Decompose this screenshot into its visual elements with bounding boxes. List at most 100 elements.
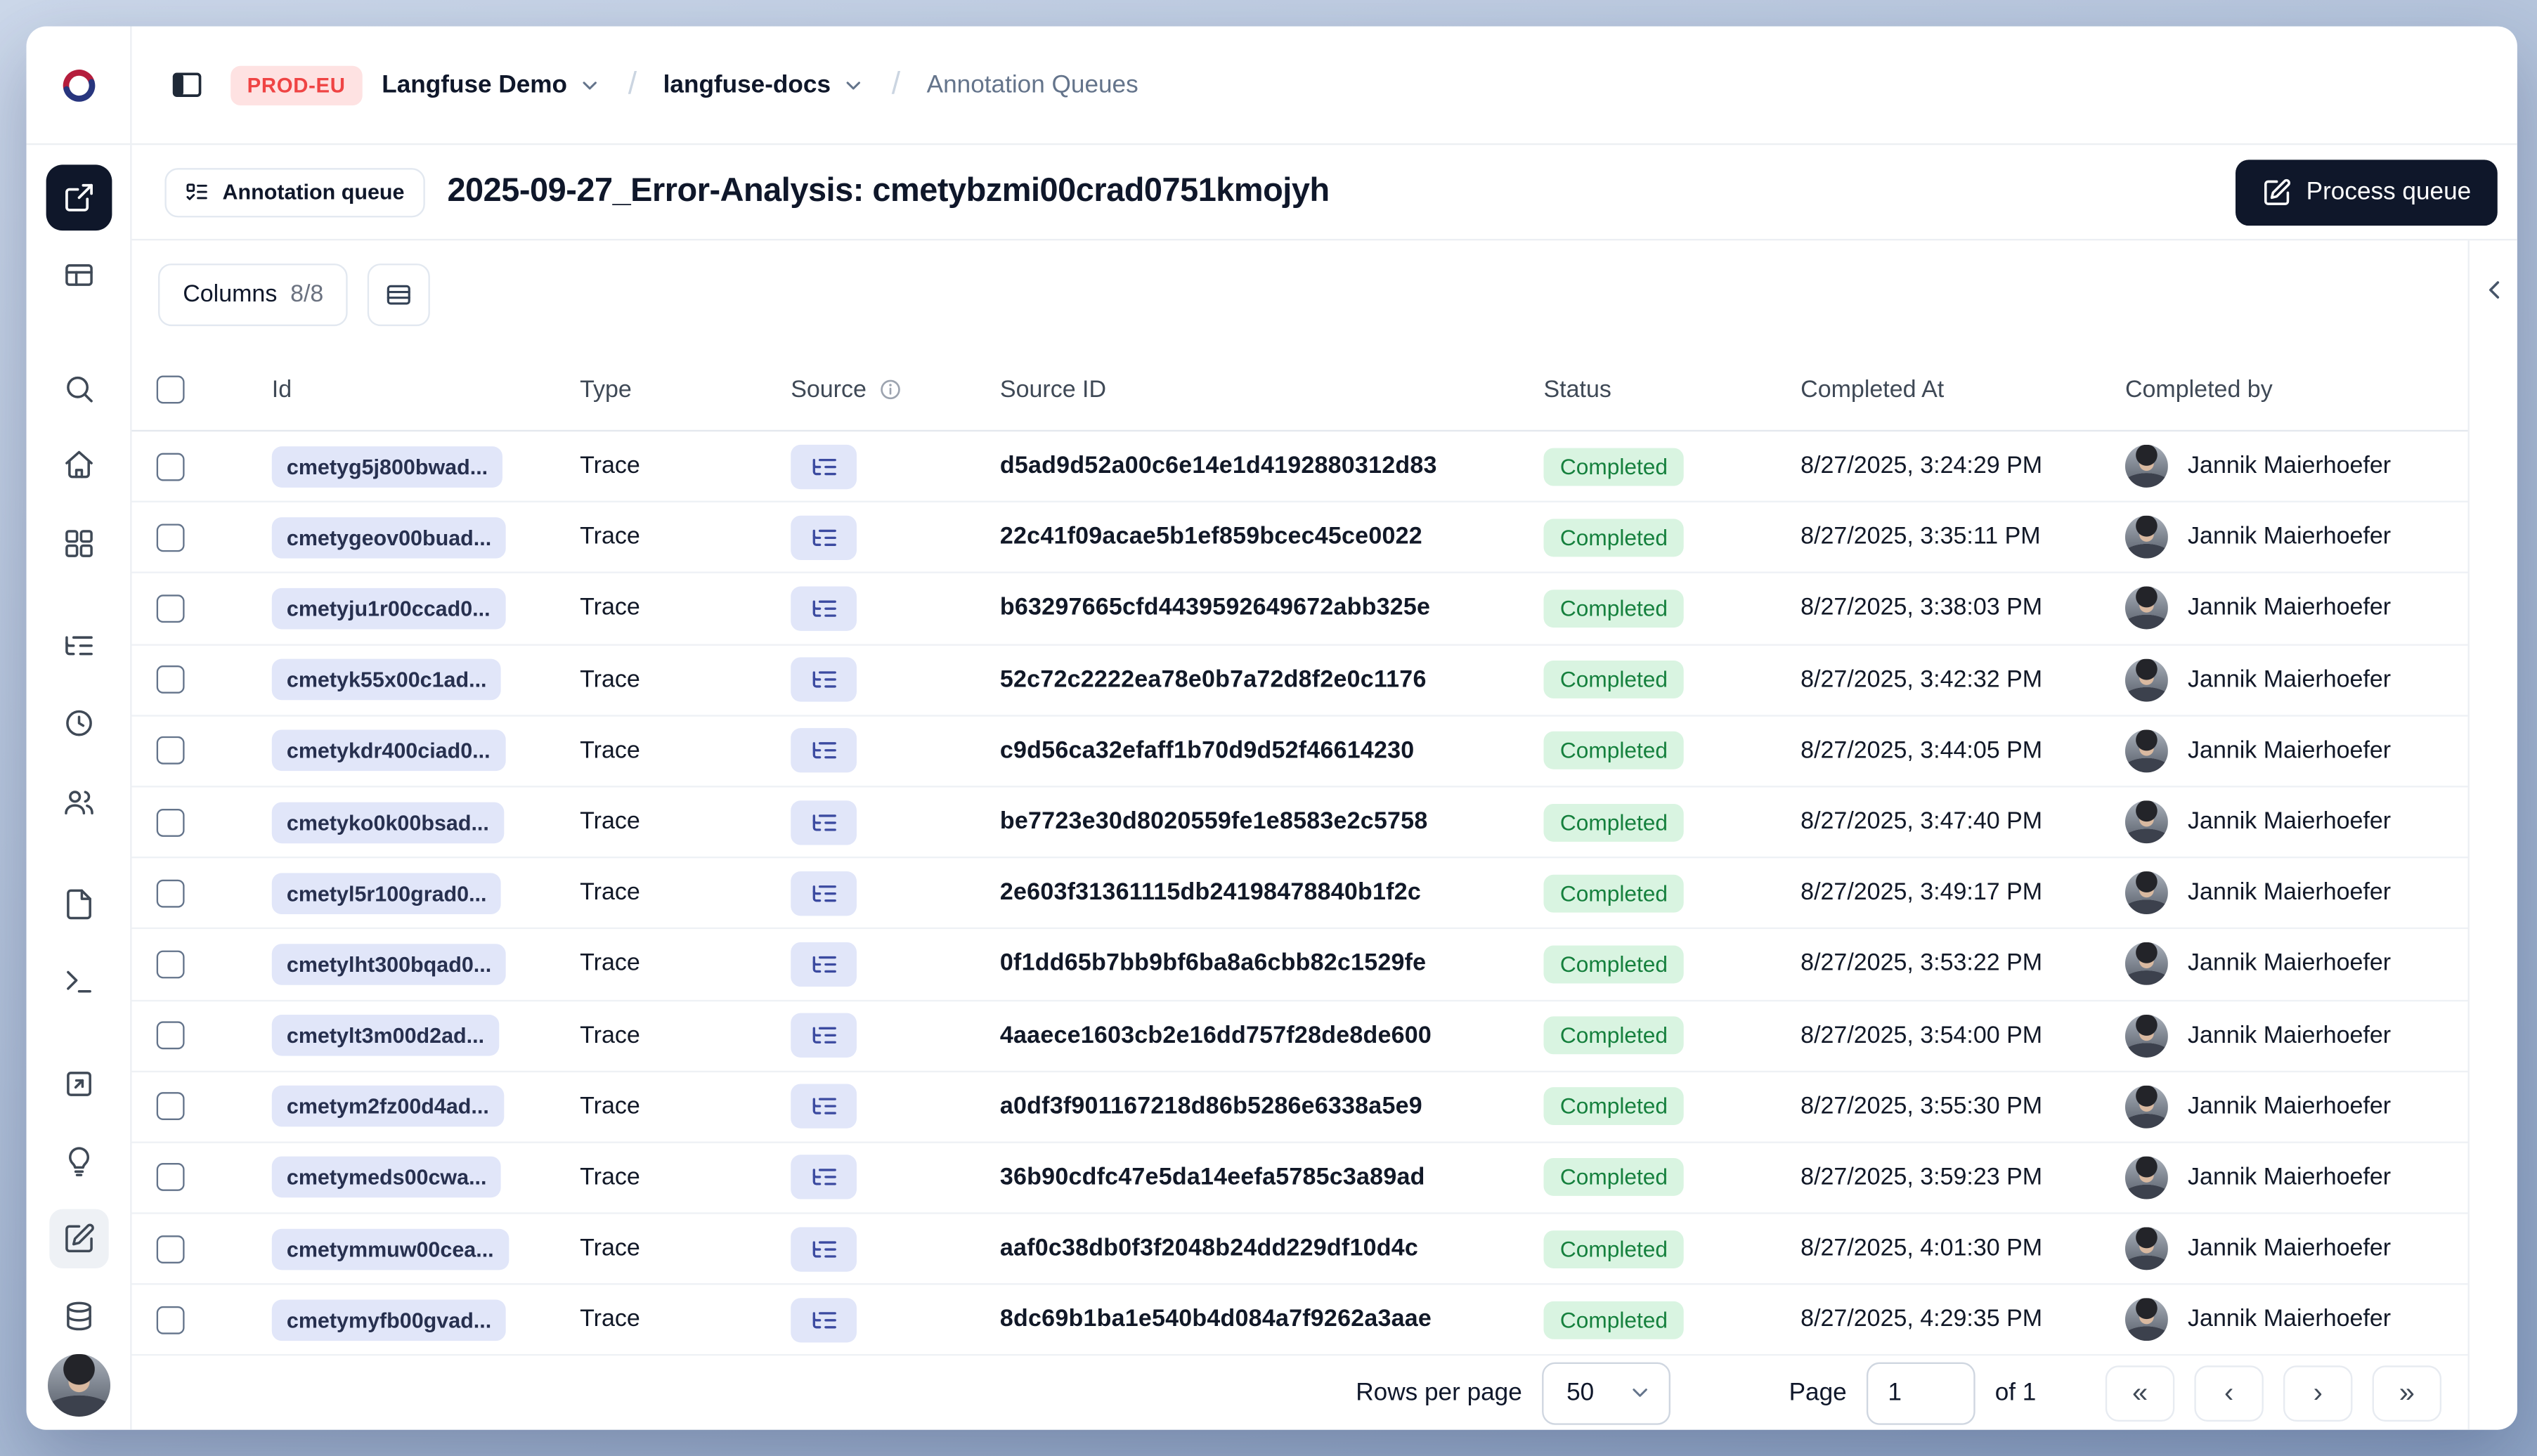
- row-id-link[interactable]: cmetylt3m00d2ad...: [271, 1015, 500, 1056]
- row-checkbox[interactable]: [156, 1092, 185, 1121]
- sidebar-item-datasets[interactable]: [48, 1287, 108, 1346]
- row-source-trace-button[interactable]: [791, 1155, 857, 1200]
- process-queue-button[interactable]: Process queue: [2235, 159, 2498, 225]
- select-all-checkbox[interactable]: [156, 375, 185, 404]
- row-status-badge: Completed: [1543, 945, 1685, 984]
- table-row[interactable]: cmetygeov00buad... Trace 22c41f09acae5b1…: [131, 502, 2468, 574]
- row-checkbox[interactable]: [156, 1235, 185, 1263]
- queue-chip-label: Annotation queue: [222, 179, 405, 204]
- row-id-link[interactable]: cmetymyfb00gvad...: [271, 1299, 507, 1341]
- square-arrow-icon: [65, 1072, 91, 1096]
- row-id-link[interactable]: cmetyko0k00bsad...: [271, 801, 504, 843]
- row-completed-by: Jannik Maierhoefer: [2188, 1093, 2392, 1120]
- sidebar-item-table-view[interactable]: [48, 245, 108, 304]
- row-source-trace-button[interactable]: [791, 1297, 857, 1343]
- row-completed-at: 8/27/2025, 3:53:22 PM: [1800, 951, 2043, 978]
- row-height-button[interactable]: [368, 264, 431, 327]
- table-row[interactable]: cmetyju1r00ccad0... Trace b63297665cfd44…: [131, 574, 2468, 645]
- table-row[interactable]: cmetyk55x00c1ad... Trace 52c72c2222ea78e…: [131, 645, 2468, 717]
- sidebar-item-scores[interactable]: [48, 875, 108, 934]
- first-page-icon: «: [2132, 1377, 2148, 1409]
- row-source-trace-button[interactable]: [791, 515, 857, 560]
- user-avatar[interactable]: [46, 1353, 110, 1417]
- breadcrumb-separator: /: [891, 66, 901, 102]
- row-checkbox[interactable]: [156, 594, 185, 623]
- table-row[interactable]: cmetymmuw00cea... Trace aaf0c38db0f3f204…: [131, 1214, 2468, 1286]
- sidebar-item-home[interactable]: [48, 435, 108, 494]
- row-source-trace-button[interactable]: [791, 942, 857, 987]
- table-row[interactable]: cmetylt3m00d2ad... Trace 4aaece1603cb2e1…: [131, 1001, 2468, 1072]
- sidebar-item-traces[interactable]: [48, 616, 108, 675]
- next-page-button[interactable]: ›: [2283, 1365, 2353, 1422]
- table-row[interactable]: cmetym2fz00d4ad... Trace a0df3f901167218…: [131, 1072, 2468, 1143]
- sidebar-item-prompts[interactable]: [48, 1131, 108, 1190]
- table-row[interactable]: cmetyg5j800bwad... Trace d5ad9d52a00c6e1…: [131, 431, 2468, 503]
- row-checkbox[interactable]: [156, 736, 185, 765]
- sidebar-item-dashboards[interactable]: [48, 514, 108, 573]
- sidebar-item-terminal[interactable]: [48, 952, 108, 1011]
- row-checkbox[interactable]: [156, 1021, 185, 1050]
- trace-tree-icon: [812, 600, 836, 617]
- row-checkbox[interactable]: [156, 950, 185, 979]
- row-user-avatar: [2124, 516, 2168, 559]
- row-source-trace-button[interactable]: [791, 800, 857, 845]
- row-id-link[interactable]: cmetym2fz00d4ad...: [271, 1086, 504, 1128]
- row-id-link[interactable]: cmetykdr400ciad0...: [271, 730, 505, 772]
- table-row[interactable]: cmetylht300bqad0... Trace 0f1dd65b7bb9bf…: [131, 930, 2468, 1001]
- last-page-button[interactable]: »: [2372, 1365, 2442, 1422]
- table-row[interactable]: cmetymyfb00gvad... Trace 8dc69b1ba1e540b…: [131, 1285, 2468, 1357]
- table-row[interactable]: cmetykdr400ciad0... Trace c9d56ca32efaff…: [131, 716, 2468, 788]
- info-icon[interactable]: [878, 377, 902, 402]
- row-id-link[interactable]: cmetylht300bqad0...: [271, 943, 507, 985]
- table-row[interactable]: cmetymeds00cwa... Trace 36b90cdfc47e5da1…: [131, 1143, 2468, 1214]
- row-checkbox[interactable]: [156, 807, 185, 836]
- desktop-background: PROD-EU Langfuse Demo / langfuse-docs / …: [0, 0, 2537, 1456]
- row-source-trace-button[interactable]: [791, 1013, 857, 1058]
- org-switcher[interactable]: Langfuse Demo: [382, 71, 602, 99]
- row-checkbox[interactable]: [156, 1164, 185, 1192]
- sidebar-item-users[interactable]: [48, 772, 108, 831]
- panel-left-icon: [171, 72, 201, 97]
- clock-icon: [65, 710, 91, 736]
- row-source-trace-button[interactable]: [791, 871, 857, 916]
- row-source-trace-button[interactable]: [791, 1226, 857, 1271]
- row-id-link[interactable]: cmetymmuw00cea...: [271, 1228, 509, 1270]
- table-row[interactable]: cmetyko0k00bsad... Trace be7723e30d80205…: [131, 787, 2468, 859]
- row-completed-at: 8/27/2025, 3:59:23 PM: [1800, 1164, 2043, 1191]
- row-user-avatar: [2124, 587, 2168, 630]
- page-input[interactable]: [1866, 1361, 1975, 1425]
- sidebar-toggle-button[interactable]: [162, 60, 211, 110]
- trace-tree-icon: [812, 1169, 836, 1186]
- row-id-link[interactable]: cmetyl5r100grad0...: [271, 872, 502, 914]
- row-id-link[interactable]: cmetyg5j800bwad...: [271, 446, 503, 487]
- sidebar-item-search[interactable]: [48, 359, 108, 418]
- row-id-link[interactable]: cmetygeov00buad...: [271, 516, 507, 559]
- sidebar-item-playground[interactable]: [48, 1054, 108, 1113]
- table-body: cmetyg5j800bwad... Trace d5ad9d52a00c6e1…: [131, 431, 2468, 1357]
- row-id-link[interactable]: cmetyju1r00ccad0...: [271, 587, 505, 630]
- table-row[interactable]: cmetyl5r100grad0... Trace 2e603f31361115…: [131, 859, 2468, 930]
- sidebar-item-go-to-project[interactable]: [45, 164, 112, 231]
- columns-button[interactable]: Columns 8/8: [158, 264, 349, 327]
- row-checkbox[interactable]: [156, 665, 185, 694]
- row-source-trace-button[interactable]: [791, 728, 857, 774]
- expand-panel-button[interactable]: [2470, 267, 2517, 313]
- row-source-trace-button[interactable]: [791, 1084, 857, 1129]
- sidebar-item-sessions[interactable]: [48, 694, 108, 753]
- row-checkbox[interactable]: [156, 1306, 185, 1334]
- rows-per-page-select[interactable]: 50: [1541, 1361, 1670, 1425]
- row-checkbox[interactable]: [156, 879, 185, 907]
- row-completed-by: Jannik Maierhoefer: [2188, 1164, 2392, 1191]
- sidebar-item-annotation-queues[interactable]: [48, 1209, 108, 1269]
- first-page-button[interactable]: «: [2105, 1365, 2175, 1422]
- row-id-link[interactable]: cmetyk55x00c1ad...: [271, 659, 502, 701]
- row-source-trace-button[interactable]: [791, 586, 857, 631]
- previous-page-button[interactable]: ‹: [2194, 1365, 2264, 1422]
- row-id-link[interactable]: cmetymeds00cwa...: [271, 1157, 502, 1199]
- row-checkbox[interactable]: [156, 523, 185, 552]
- project-switcher[interactable]: langfuse-docs: [663, 71, 866, 99]
- row-checkbox[interactable]: [156, 452, 185, 481]
- row-type: Trace: [580, 951, 640, 978]
- row-source-trace-button[interactable]: [791, 443, 857, 489]
- row-source-trace-button[interactable]: [791, 657, 857, 702]
